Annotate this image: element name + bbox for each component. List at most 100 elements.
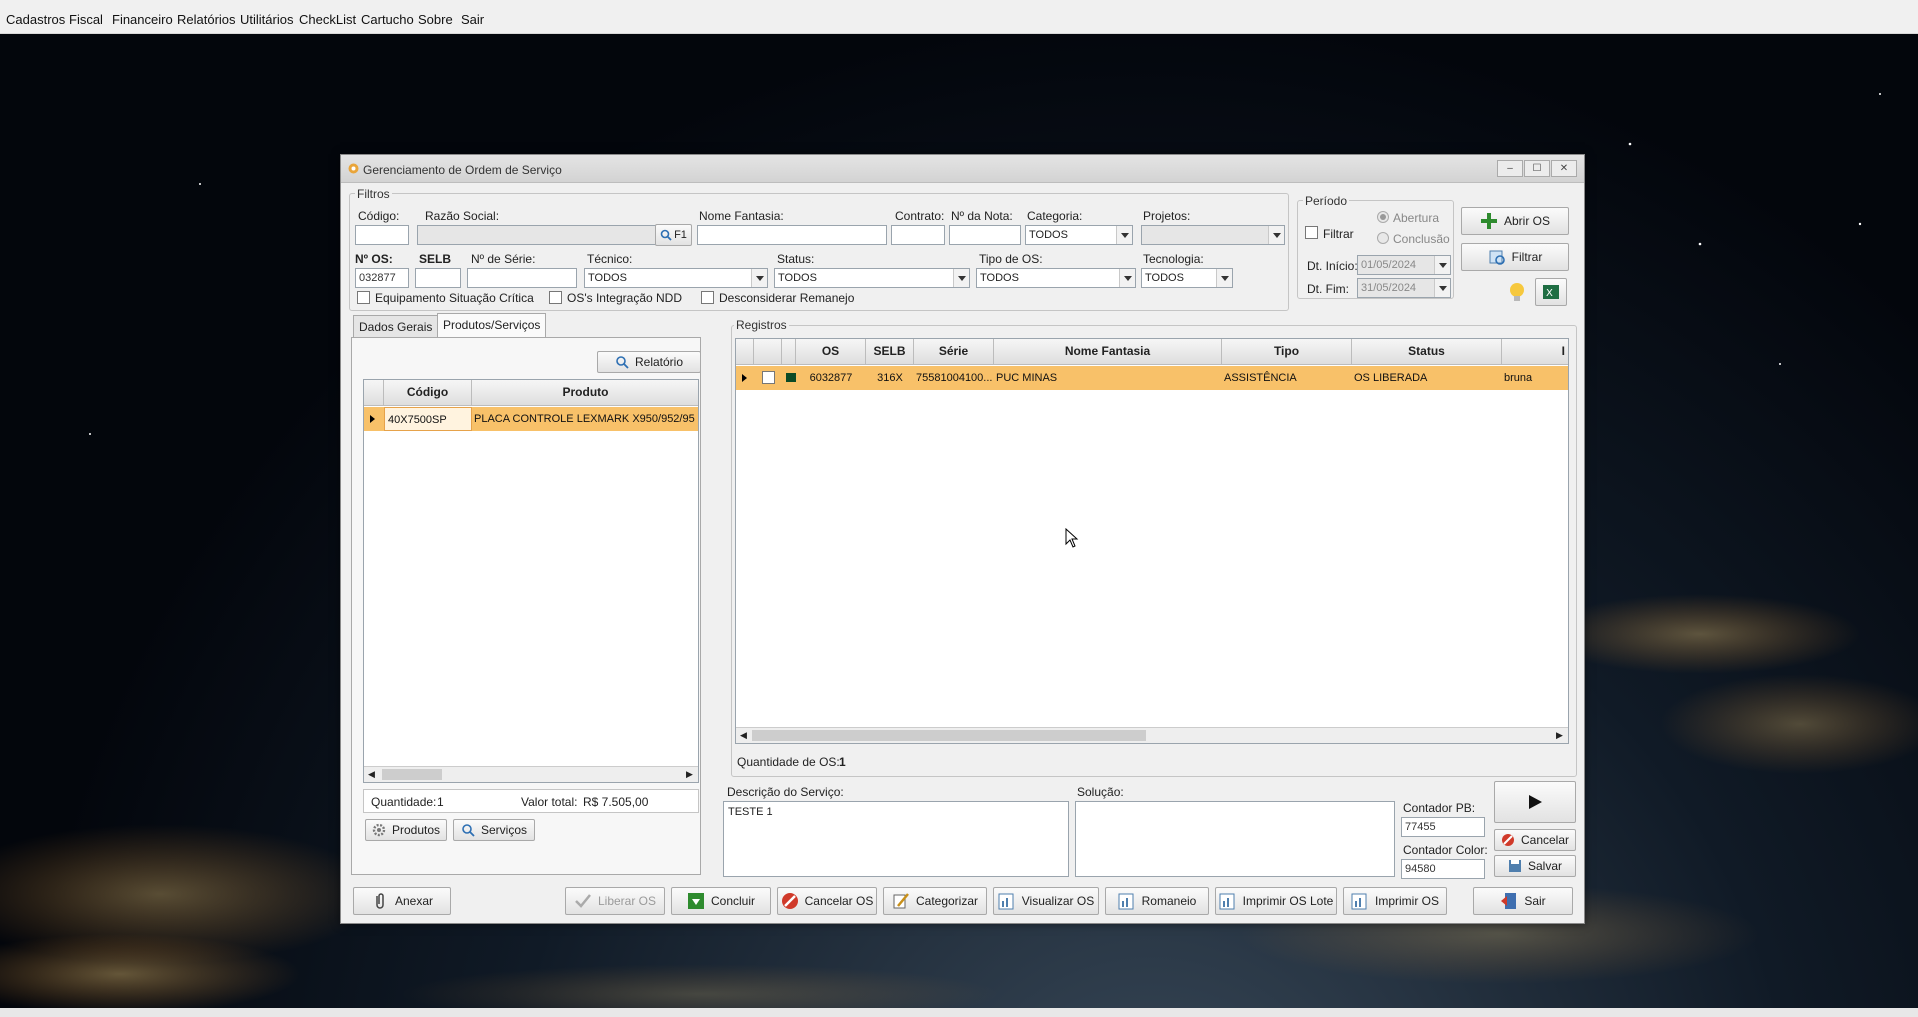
close-button[interactable]: ✕ (1551, 160, 1577, 177)
mouse-cursor-icon (1065, 528, 1079, 548)
col-os[interactable]: OS (796, 339, 866, 365)
liberar-os-button[interactable]: Liberar OS (565, 887, 665, 915)
menu-checklist[interactable]: CheckList (299, 12, 356, 27)
filtrar-button[interactable]: Filtrar (1461, 243, 1569, 271)
contador-color-input[interactable]: 94580 (1401, 859, 1485, 879)
col-codigo[interactable]: Código (384, 380, 472, 406)
window-title: Gerenciamento de Ordem de Serviço (363, 163, 562, 177)
cell-tipo[interactable]: ASSISTÊNCIA (1224, 366, 1352, 390)
col-produto[interactable]: Produto (472, 380, 698, 406)
cell-codigo[interactable]: 40X7500SP (384, 407, 472, 431)
scroll-right-icon[interactable]: ▶ (686, 769, 693, 780)
chevron-down-icon (1268, 226, 1284, 244)
row-select-checkbox[interactable] (762, 371, 775, 384)
codigo-input[interactable] (355, 225, 409, 245)
visualizar-os-button[interactable]: Visualizar OS (993, 887, 1099, 915)
cell-selb[interactable]: 316X (866, 366, 914, 390)
menu-relatorios[interactable]: Relatórios (177, 12, 236, 27)
menu-fiscal[interactable]: Fiscal (69, 12, 103, 27)
menu-cadastros[interactable]: Cadastros (6, 12, 65, 27)
servicos-button[interactable]: Serviços (453, 819, 535, 841)
maximize-button[interactable]: ☐ (1524, 160, 1550, 177)
table-row[interactable]: 6032877 316X 75581004100... PUC MINAS AS… (736, 366, 1568, 390)
col-nome-fantasia[interactable]: Nome Fantasia (994, 339, 1222, 365)
imprimir-os-lote-button[interactable]: Imprimir OS Lote (1215, 887, 1337, 915)
col-extra[interactable]: I (1502, 339, 1568, 365)
ndd-checkbox[interactable] (549, 291, 562, 304)
cell-serie[interactable]: 75581004100... (916, 366, 994, 390)
solucao-textarea[interactable] (1075, 801, 1395, 877)
lightbulb-icon[interactable] (1507, 281, 1527, 305)
scroll-left-icon[interactable]: ◀ (740, 730, 747, 741)
nos-input[interactable]: 032877 (355, 268, 409, 288)
cell-os[interactable]: 6032877 (796, 366, 866, 390)
razao-social-input[interactable] (417, 225, 657, 245)
cancelar-button[interactable]: Cancelar (1494, 829, 1576, 851)
concluir-button[interactable]: Concluir (671, 887, 771, 915)
cell-nome-fantasia[interactable]: PUC MINAS (996, 366, 1222, 390)
contrato-input[interactable] (891, 225, 945, 245)
periodo-filtrar-checkbox[interactable] (1305, 226, 1318, 239)
ndd-label: OS's Integração NDD (567, 291, 683, 305)
menu-sobre[interactable]: Sobre (418, 12, 453, 27)
cell-usuario[interactable]: bruna (1504, 366, 1568, 390)
categoria-select[interactable]: TODOS (1025, 225, 1133, 245)
nome-fantasia-input[interactable] (697, 225, 887, 245)
produtos-button[interactable]: Produtos (365, 819, 447, 841)
razao-search-button[interactable]: F1 (655, 224, 692, 246)
minimize-button[interactable]: – (1497, 160, 1523, 177)
window-titlebar[interactable]: Gerenciamento de Ordem de Serviço – ☐ ✕ (341, 155, 1584, 183)
salvar-button[interactable]: Salvar (1494, 855, 1576, 877)
contador-color-label: Contador Color: (1403, 843, 1488, 857)
col-status[interactable]: Status (1352, 339, 1502, 365)
categorizar-button[interactable]: Categorizar (883, 887, 987, 915)
col-serie[interactable]: Série (914, 339, 994, 365)
abrir-os-button[interactable]: Abrir OS (1461, 207, 1569, 235)
produtos-hscrollbar[interactable]: ◀ ▶ (364, 766, 698, 782)
conclusao-radio[interactable] (1377, 232, 1389, 244)
registros-hscrollbar[interactable]: ◀ ▶ (736, 727, 1568, 743)
scroll-thumb[interactable] (382, 769, 442, 780)
menu-sair[interactable]: Sair (461, 12, 484, 27)
dt-fim-picker[interactable]: 31/05/2024 (1357, 278, 1451, 298)
romaneio-button[interactable]: Romaneio (1105, 887, 1209, 915)
scroll-left-icon[interactable]: ◀ (368, 769, 375, 780)
tecnico-select[interactable]: TODOS (584, 268, 768, 288)
equip-critica-checkbox[interactable] (357, 291, 370, 304)
menu-financeiro[interactable]: Financeiro (112, 12, 173, 27)
selb-input[interactable] (415, 268, 461, 288)
imprimir-os-button[interactable]: Imprimir OS (1343, 887, 1447, 915)
status-select[interactable]: TODOS (774, 268, 970, 288)
dt-inicio-picker[interactable]: 01/05/2024 (1357, 255, 1451, 275)
tecnologia-select[interactable]: TODOS (1141, 268, 1233, 288)
contador-pb-input[interactable]: 77455 (1401, 817, 1485, 837)
table-row[interactable]: 40X7500SP PLACA CONTROLE LEXMARK X950/95… (364, 407, 698, 431)
edit-icon (893, 893, 909, 909)
col-tipo[interactable]: Tipo (1222, 339, 1352, 365)
descricao-textarea[interactable]: TESTE 1 (723, 801, 1069, 877)
cell-produto[interactable]: PLACA CONTROLE LEXMARK X950/952/95 (474, 407, 698, 431)
nota-input[interactable] (949, 225, 1021, 245)
cancelar-os-button[interactable]: Cancelar OS (777, 887, 877, 915)
menu-cartucho[interactable]: Cartucho (361, 12, 414, 27)
scroll-thumb[interactable] (752, 730, 1146, 741)
sair-button[interactable]: Sair (1473, 887, 1573, 915)
anexar-button[interactable]: Anexar (353, 887, 451, 915)
tipo-os-select[interactable]: TODOS (976, 268, 1136, 288)
play-button[interactable] (1494, 781, 1576, 823)
tab-produtos-servicos[interactable]: Produtos/Serviços (437, 313, 547, 338)
selb-label: SELB (419, 252, 452, 266)
col-selb[interactable]: SELB (866, 339, 914, 365)
valor-total-label: Valor total: (521, 795, 578, 809)
valor-total-value: R$ 7.505,00 (583, 795, 649, 809)
projetos-select[interactable] (1141, 225, 1285, 245)
remanejo-checkbox[interactable] (701, 291, 714, 304)
serie-input[interactable] (467, 268, 577, 288)
excel-export-button[interactable]: X (1535, 278, 1567, 306)
cell-status[interactable]: OS LIBERADA (1354, 366, 1502, 390)
scroll-right-icon[interactable]: ▶ (1556, 730, 1563, 741)
menu-utilitarios[interactable]: Utilitários (240, 12, 293, 27)
abertura-radio[interactable] (1377, 211, 1389, 223)
relatorio-button[interactable]: Relatório (597, 351, 701, 373)
tab-dados-gerais[interactable]: Dados Gerais (353, 315, 439, 337)
